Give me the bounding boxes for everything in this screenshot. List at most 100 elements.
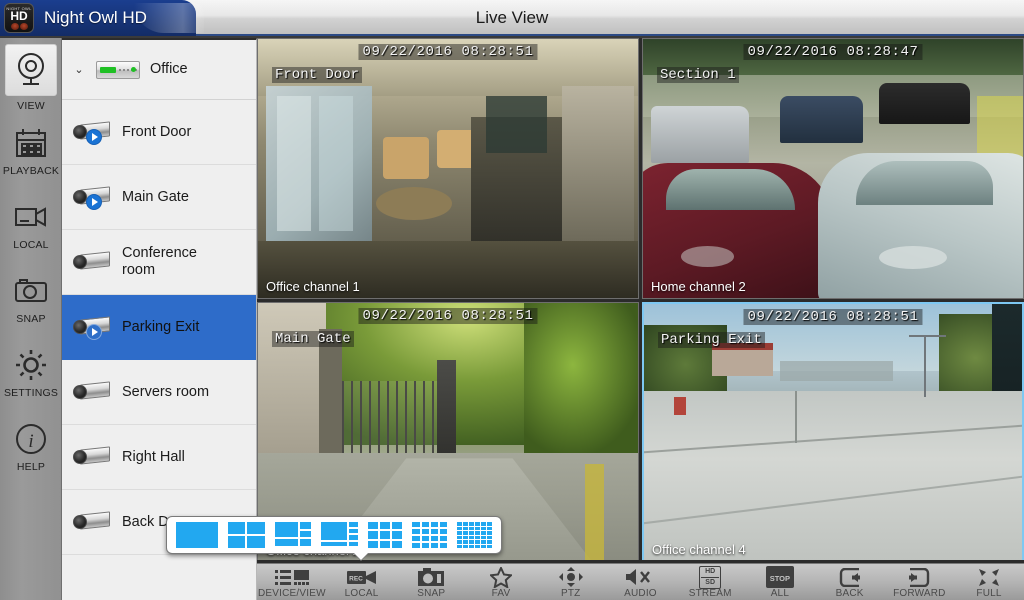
rail-item-local[interactable]: LOCAL (0, 186, 62, 260)
night-owl-logo-icon: NIGHT OWL HD (4, 3, 34, 33)
rail-item-help[interactable]: i HELP (0, 408, 62, 482)
toolbar-all[interactable]: STOP ALL (746, 564, 814, 599)
layout-option-16[interactable] (412, 522, 448, 548)
layout-selector-popup[interactable] (166, 516, 502, 554)
layout-option-8[interactable] (321, 522, 358, 548)
svg-text:i: i (28, 431, 33, 452)
stream-sd-text: SD (705, 578, 716, 586)
toolbar-device-view[interactable]: DEVICE/VIEW (258, 564, 326, 599)
bottom-toolbar: DEVICE/VIEW REC LOCAL SNAP FAV PTZ AUDIO… (257, 563, 1024, 600)
camera-icon (72, 314, 112, 340)
video-cell-1[interactable]: 09/22/2016 08:28:51 Front Door Office ch… (257, 38, 639, 299)
calendar-icon (9, 122, 53, 164)
device-label: Front Door (122, 123, 192, 140)
device-item-right-hall[interactable]: Right Hall (62, 425, 256, 490)
hd-sd-icon: HD SD (699, 565, 722, 589)
toolbar-stream[interactable]: HD SD STREAM (676, 564, 744, 599)
device-label: Office (150, 61, 188, 77)
toolbar-audio[interactable]: AUDIO (606, 564, 674, 599)
rail-item-snap[interactable]: SNAP (0, 260, 62, 334)
camcorder-icon (9, 196, 53, 238)
toolbar-label: FORWARD (893, 588, 946, 599)
arrow-in-left-icon (839, 567, 861, 587)
cell-caption: Home channel 2 (651, 279, 746, 294)
device-label: Servers room (122, 383, 210, 400)
nav-rail: VIEW PLAYBACK LOCAL SNAP SETTINGS i HELP (0, 38, 62, 600)
chevron-down-icon[interactable]: ⌄ (72, 63, 86, 76)
camera-icon (72, 444, 112, 470)
logo-hd-text: HD (10, 9, 28, 23)
video-cell-2[interactable]: 09/22/2016 08:28:47 Section 1 Home chann… (642, 38, 1024, 299)
layout-option-1[interactable] (176, 522, 218, 548)
toolbar-label: FAV (491, 588, 511, 599)
play-badge-icon (86, 129, 102, 145)
toolbar-forward[interactable]: FORWARD (885, 564, 953, 599)
play-badge-icon (86, 194, 102, 210)
rail-item-view[interactable]: VIEW (0, 38, 62, 112)
device-label: Right Hall (122, 448, 185, 465)
toolbar-full[interactable]: FULL (955, 564, 1023, 599)
camera-icon (72, 379, 112, 405)
stop-icon: STOP (765, 566, 795, 588)
layout-option-9[interactable] (367, 522, 403, 548)
toolbar-label: BACK (835, 588, 864, 599)
rec-camcorder-icon: REC (346, 567, 377, 587)
osd-timestamp: 09/22/2016 08:28:47 (743, 44, 923, 60)
osd-channel-name: Parking Exit (658, 332, 765, 348)
play-badge-icon (86, 324, 102, 340)
rail-item-settings[interactable]: SETTINGS (0, 334, 62, 408)
star-icon (490, 566, 513, 588)
toolbar-label: DEVICE/VIEW (257, 588, 326, 599)
toolbar-label: FULL (976, 588, 1002, 599)
rail-label-snap: SNAP (16, 312, 46, 325)
cell-caption: Office channel 1 (266, 279, 360, 294)
toolbar-back[interactable]: BACK (816, 564, 884, 599)
rail-label-settings: SETTINGS (3, 386, 59, 399)
camera-icon (72, 249, 112, 275)
arrow-out-right-icon (908, 567, 930, 587)
camera-dome-icon (5, 44, 57, 96)
layout-option-36[interactable] (457, 522, 492, 548)
brand-gloss (134, 3, 204, 33)
video-grid: 09/22/2016 08:28:51 Front Door Office ch… (257, 38, 1024, 563)
device-item-parking-exit[interactable]: Parking Exit (62, 295, 256, 360)
rail-label-local: LOCAL (13, 238, 49, 251)
svg-text:REC: REC (349, 575, 363, 582)
pan-tilt-icon (558, 567, 583, 587)
video-cell-4[interactable]: 09/22/2016 08:28:51 Parking Exit Office … (642, 302, 1024, 563)
layout-option-6[interactable] (274, 522, 312, 548)
rail-label-playback: PLAYBACK (2, 164, 60, 177)
toolbar-fav[interactable]: FAV (467, 564, 535, 599)
toolbar-label: ALL (770, 588, 790, 599)
osd-timestamp: 09/22/2016 08:28:51 (358, 44, 538, 60)
rail-label-help: HELP (16, 460, 46, 473)
device-group-office[interactable]: ⌄ Office (62, 40, 256, 100)
toolbar-label: SNAP (417, 588, 446, 599)
device-item-main-gate[interactable]: Main Gate (62, 165, 256, 230)
camera-icon (72, 509, 112, 535)
osd-timestamp: 09/22/2016 08:28:51 (358, 308, 538, 324)
device-item-servers-room[interactable]: Servers room (62, 360, 256, 425)
rail-item-playback[interactable]: PLAYBACK (0, 112, 62, 186)
toolbar-snap[interactable]: SNAP (397, 564, 465, 599)
speaker-mute-icon (626, 567, 654, 587)
toolbar-label: LOCAL (344, 588, 379, 599)
device-label: Conference room (122, 245, 197, 278)
rail-label-view: VIEW (17, 100, 45, 112)
device-item-front-door[interactable]: Front Door (62, 100, 256, 165)
list-grid-icon (274, 567, 309, 587)
device-label: Parking Exit (122, 318, 200, 335)
osd-channel-name: Main Gate (272, 331, 354, 347)
toolbar-ptz[interactable]: PTZ (537, 564, 605, 599)
brand-tab[interactable]: NIGHT OWL HD Night Owl HD (0, 0, 204, 36)
toolbar-label: AUDIO (624, 588, 657, 599)
layout-option-4[interactable] (228, 522, 265, 548)
title-bar: Live View NIGHT OWL HD Night Owl HD (0, 0, 1024, 36)
owl-eyes-icon (10, 23, 28, 30)
device-label: Main Gate (122, 188, 189, 205)
device-item-conference-room[interactable]: Conference room (62, 230, 256, 295)
osd-channel-name: Section 1 (657, 67, 739, 83)
live-view-app: Live View NIGHT OWL HD Night Owl HD VIEW (0, 0, 1024, 600)
photo-camera-icon (9, 270, 53, 312)
toolbar-local[interactable]: REC LOCAL (328, 564, 396, 599)
